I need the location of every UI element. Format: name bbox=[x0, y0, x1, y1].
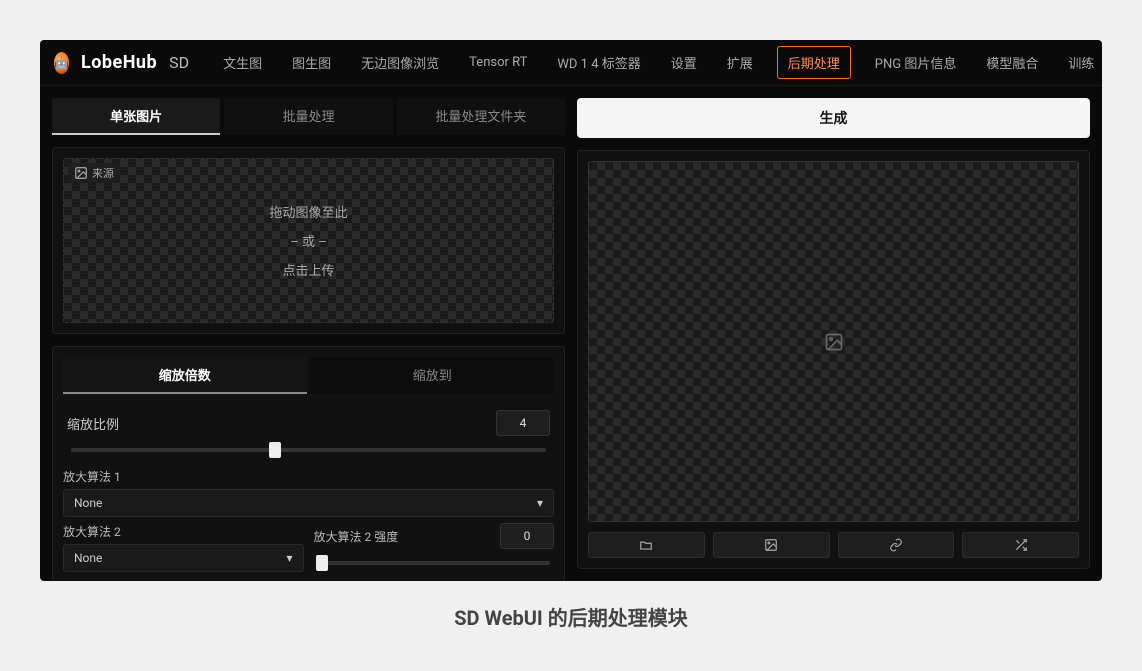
output-actions bbox=[588, 532, 1079, 558]
scale-ratio-value[interactable]: 4 bbox=[496, 410, 550, 436]
generate-button[interactable]: 生成 bbox=[577, 98, 1090, 138]
dropzone-panel: 来源 拖动图像至此 – 或 – 点击上传 bbox=[52, 147, 565, 334]
logo-icon: 🤖 bbox=[54, 52, 69, 74]
sub-brand: SD bbox=[169, 53, 189, 72]
scale-panel: 缩放倍数 缩放到 缩放比例 4 放大算法 1 None ▾ bbox=[52, 346, 565, 581]
upscaler2-select[interactable]: None ▾ bbox=[63, 544, 304, 572]
app-window: 🤖 LobeHub SD 文生图 图生图 无边图像浏览 Tensor RT WD… bbox=[40, 40, 1102, 581]
tab-scale-to[interactable]: 缩放到 bbox=[311, 357, 555, 394]
figure-caption: SD WebUI 的后期处理模块 bbox=[0, 602, 1142, 631]
tab-scale-by[interactable]: 缩放倍数 bbox=[63, 357, 307, 394]
right-column: 生成 bbox=[577, 98, 1090, 569]
nav-merge[interactable]: 模型融合 bbox=[980, 45, 1044, 80]
upscaler1-label: 放大算法 1 bbox=[63, 468, 554, 485]
image-icon bbox=[764, 538, 778, 552]
chevron-down-icon: ▾ bbox=[537, 496, 543, 510]
main-area: 单张图片 批量处理 批量处理文件夹 来源 拖动图像至此 – 或 – 点击上传 bbox=[40, 86, 1102, 581]
output-preview bbox=[588, 161, 1079, 522]
nav-infbrowse[interactable]: 无边图像浏览 bbox=[355, 45, 445, 80]
upscaler2-strength-thumb[interactable] bbox=[316, 555, 328, 571]
folder-icon bbox=[639, 538, 653, 552]
copy-link-button[interactable] bbox=[838, 532, 955, 558]
left-column: 单张图片 批量处理 批量处理文件夹 来源 拖动图像至此 – 或 – 点击上传 bbox=[52, 98, 565, 569]
link-icon bbox=[889, 538, 903, 552]
upscaler2-label: 放大算法 2 bbox=[63, 523, 304, 540]
tab-single-image[interactable]: 单张图片 bbox=[52, 98, 220, 135]
open-folder-button[interactable] bbox=[588, 532, 705, 558]
upscaler1-value: None bbox=[74, 496, 102, 510]
nav-wd14[interactable]: WD 1 4 标签器 bbox=[551, 45, 646, 80]
scale-mode-tabs: 缩放倍数 缩放到 bbox=[63, 357, 554, 394]
scale-ratio-thumb[interactable] bbox=[269, 442, 281, 458]
dz-line3: 点击上传 bbox=[282, 260, 334, 279]
tab-batch[interactable]: 批量处理 bbox=[224, 98, 392, 135]
upscaler2-value: None bbox=[74, 551, 102, 565]
upscaler2-row: 放大算法 2 None ▾ 放大算法 2 强度 0 bbox=[63, 517, 554, 572]
input-mode-tabs: 单张图片 批量处理 批量处理文件夹 bbox=[52, 98, 565, 135]
preview-panel bbox=[577, 150, 1090, 569]
nav-pnginfo[interactable]: PNG 图片信息 bbox=[869, 45, 963, 80]
shuffle-icon bbox=[1014, 538, 1028, 552]
brand-name: LobeHub bbox=[81, 52, 157, 73]
scale-ratio-label: 缩放比例 bbox=[67, 414, 119, 433]
dz-line1: 拖动图像至此 bbox=[269, 202, 347, 221]
upscaler1-select[interactable]: None ▾ bbox=[63, 489, 554, 517]
scale-ratio-slider[interactable] bbox=[71, 448, 546, 452]
dropzone-hint: 拖动图像至此 – 或 – 点击上传 bbox=[64, 159, 553, 322]
nav-postprocess[interactable]: 后期处理 bbox=[777, 46, 851, 79]
upscaler2-strength-label: 放大算法 2 强度 bbox=[314, 528, 399, 545]
tab-batch-folder[interactable]: 批量处理文件夹 bbox=[397, 98, 565, 135]
chevron-down-icon: ▾ bbox=[286, 551, 292, 565]
topbar: 🤖 LobeHub SD 文生图 图生图 无边图像浏览 Tensor RT WD… bbox=[40, 40, 1102, 86]
nav-extensions[interactable]: 扩展 bbox=[721, 45, 759, 80]
scale-ratio-row: 缩放比例 4 bbox=[63, 404, 554, 462]
nav-settings[interactable]: 设置 bbox=[665, 45, 703, 80]
shuffle-button[interactable] bbox=[962, 532, 1079, 558]
upscaler2-strength-slider[interactable] bbox=[318, 561, 551, 565]
image-dropzone[interactable]: 来源 拖动图像至此 – 或 – 点击上传 bbox=[63, 158, 554, 323]
nav-tabs: 文生图 图生图 无边图像浏览 Tensor RT WD 1 4 标签器 设置 扩… bbox=[217, 45, 1102, 80]
nav-tensorrt[interactable]: Tensor RT bbox=[463, 47, 533, 78]
nav-train[interactable]: 训练 bbox=[1062, 45, 1100, 80]
nav-txt2img[interactable]: 文生图 bbox=[217, 45, 268, 80]
upscaler2-strength-value[interactable]: 0 bbox=[500, 523, 554, 549]
save-image-button[interactable] bbox=[713, 532, 830, 558]
nav-img2img[interactable]: 图生图 bbox=[286, 45, 337, 80]
image-placeholder-icon bbox=[824, 332, 844, 352]
dz-line2: – 或 – bbox=[290, 231, 327, 250]
